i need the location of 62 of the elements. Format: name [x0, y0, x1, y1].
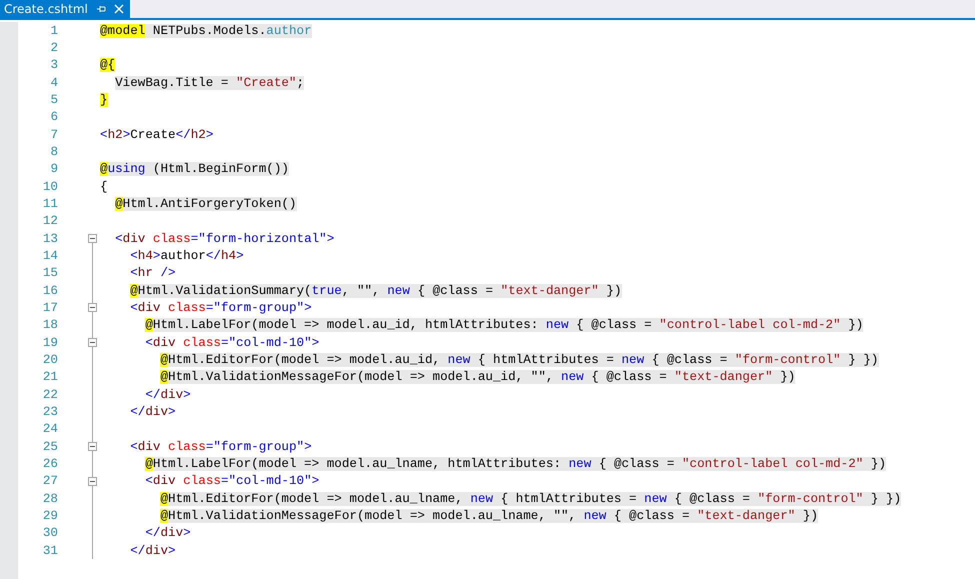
code-line: @Html.EditorFor(model => model.au_lname, new { htmlAttributes = new { @class = "form-control" } })	[160, 492, 902, 506]
line-number: 5	[49, 92, 58, 107]
line-number: 3	[49, 58, 58, 72]
code-line: @Html.AntiForgeryToken()	[115, 196, 296, 211]
line-number: 8	[49, 144, 58, 159]
code-line: </div>	[145, 388, 191, 402]
code-line: <div class="form-horizontal">	[115, 232, 334, 246]
line-number: 1	[49, 24, 58, 38]
line-number: 16	[42, 284, 58, 298]
code-line: <div class="col-md-10">	[145, 474, 320, 488]
line-number: 15	[42, 266, 58, 280]
code-line: @Html.LabelFor(model => model.au_id, htmlAttributes: new { @class = "control-label col-md-2" })	[145, 318, 864, 332]
code-line: <div class="form-group">	[130, 300, 312, 315]
line-number: 11	[42, 196, 58, 211]
collapse-icon[interactable]	[88, 234, 97, 243]
line-number: 4	[49, 76, 58, 90]
line-number: 25	[42, 440, 58, 454]
code-line: <h4>author</h4>	[130, 248, 244, 263]
code-line: <div class="col-md-10">	[145, 336, 320, 350]
line-number: 20	[42, 352, 58, 367]
code-line: </div>	[130, 404, 176, 419]
code-line: <h2>Create</h2>	[100, 128, 214, 142]
line-number: 12	[42, 214, 58, 228]
code-line: @Html.ValidationSummary(true, "", new { @class = "text-danger" })	[130, 284, 622, 298]
file-tab[interactable]: Create.cshtml	[0, 0, 130, 18]
line-number: 28	[42, 492, 58, 506]
code-line: @Html.EditorFor(model => model.au_id, new { htmlAttributes = new { @class = "form-control" } })	[160, 352, 878, 367]
code-line: </div>	[130, 544, 176, 558]
line-number: 27	[42, 474, 58, 488]
collapse-icon[interactable]	[88, 476, 97, 486]
line-number: 6	[49, 110, 58, 124]
line-number: 26	[42, 456, 58, 471]
line-number: 19	[42, 336, 58, 350]
line-number: 14	[42, 248, 58, 263]
line-number: 23	[42, 404, 58, 419]
collapse-icon[interactable]	[88, 338, 97, 347]
code-line: {	[100, 180, 108, 194]
code-line: @using (Html.BeginForm())	[100, 162, 289, 176]
close-icon[interactable]	[114, 4, 124, 14]
line-number: 9	[49, 162, 58, 176]
collapse-icon[interactable]	[88, 442, 97, 451]
line-number: 22	[42, 388, 58, 402]
code-line: @Html.ValidationMessageFor(model => model.au_id, "", new { @class = "text-danger" })	[160, 370, 796, 384]
line-number: 18	[42, 318, 58, 332]
code-line: </div>	[145, 526, 191, 540]
code-line: @model NETPubs.Models.author	[100, 24, 312, 38]
code-line: @Html.LabelFor(model => model.au_lname, htmlAttributes: new { @class = "control-label col-md-2" })	[145, 456, 886, 471]
code-line: <div class="form-group">	[130, 440, 312, 454]
pin-icon[interactable]	[96, 4, 106, 14]
line-number: 2	[49, 40, 58, 55]
line-number: 29	[42, 508, 58, 523]
code-line: <hr />	[130, 266, 176, 280]
line-number: 24	[42, 422, 58, 436]
line-number: 10	[42, 180, 58, 194]
line-number: 21	[42, 370, 58, 384]
code-line: @Html.ValidationMessageFor(model => model.au_lname, "", new { @class = "text-danger" })	[160, 508, 818, 523]
line-number: 17	[42, 300, 58, 315]
line-number: 13	[42, 232, 58, 246]
line-number: 30	[42, 526, 58, 540]
line-number: 7	[49, 128, 58, 142]
line-number: 31	[42, 544, 58, 558]
collapse-icon[interactable]	[88, 303, 97, 312]
